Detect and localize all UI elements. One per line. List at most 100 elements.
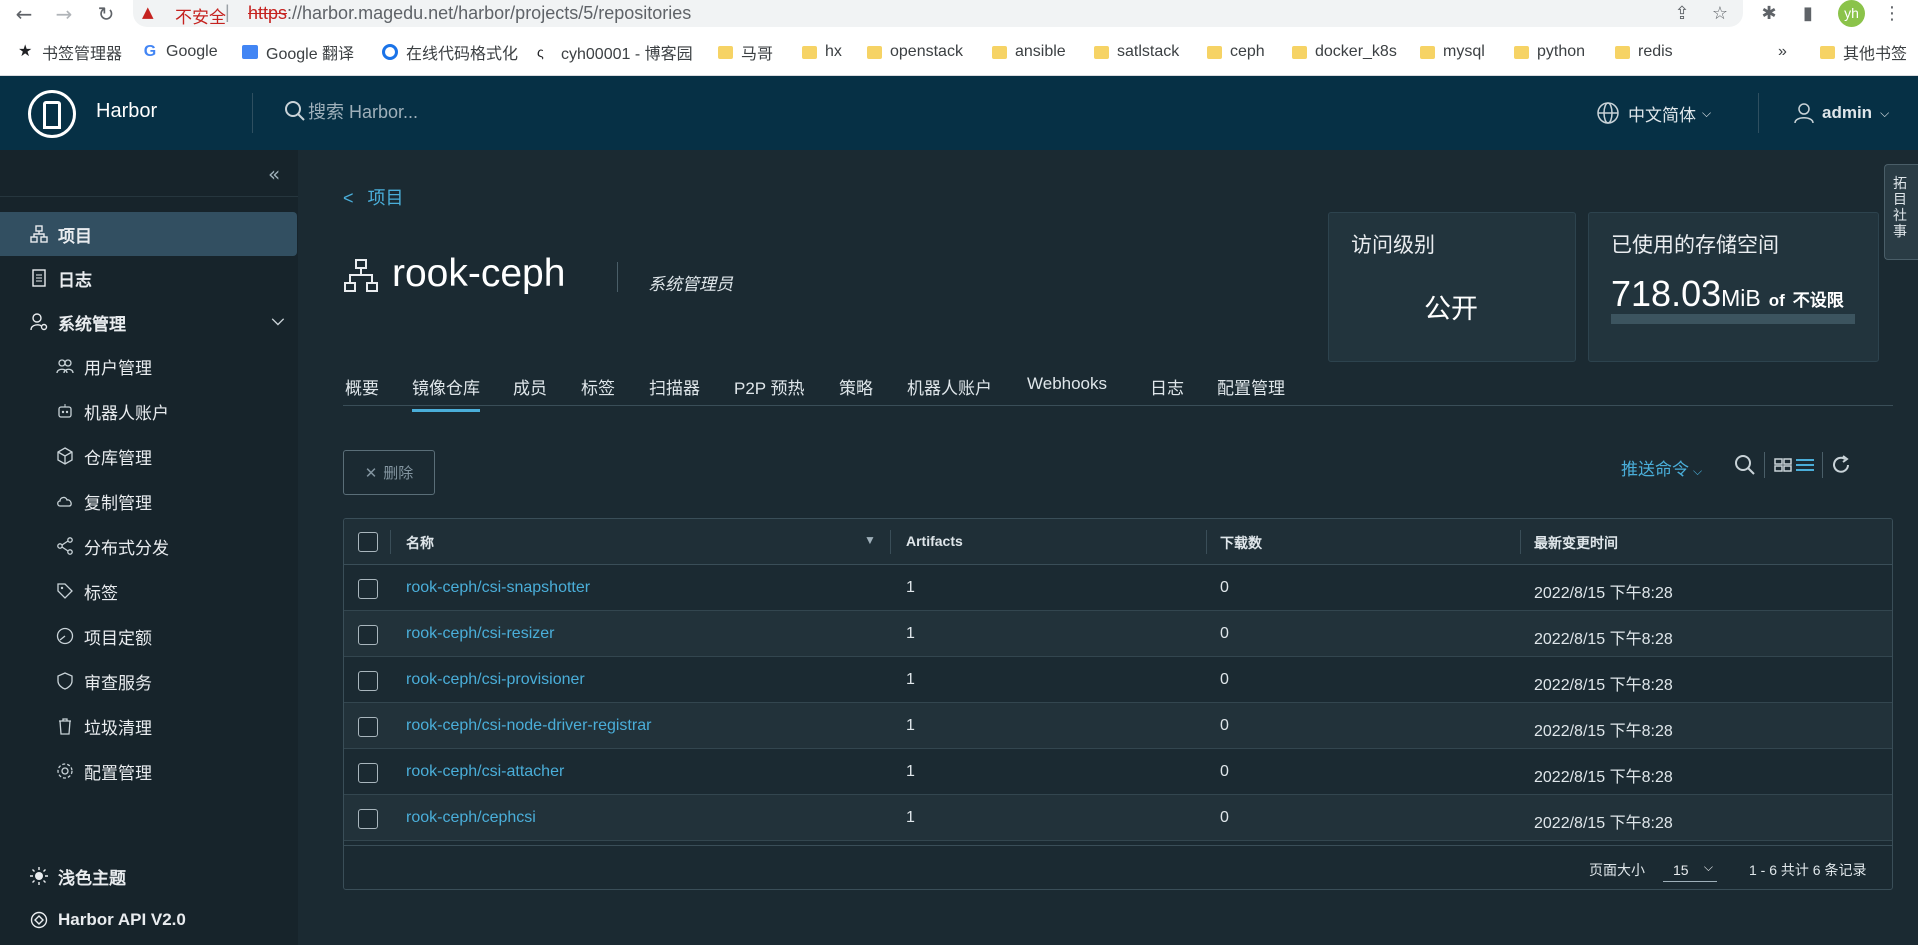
sidebar-item-admin[interactable]: 系统管理 ⌵ (0, 300, 298, 344)
bookmark-google-translate[interactable]: Google 翻译 (242, 42, 354, 63)
repository-name-link[interactable]: rook-ceph/csi-resizer (406, 625, 554, 643)
share-icon[interactable]: ⇪ (1670, 2, 1694, 26)
tab-summary[interactable]: 概要 (345, 374, 379, 409)
bookmark-folder[interactable]: redis (1615, 42, 1673, 62)
sidebar-item-registries[interactable]: 仓库管理 (0, 434, 298, 478)
bookmark-folder[interactable]: satlstack (1094, 42, 1179, 62)
menu-dots-icon[interactable]: ⋮ (1880, 2, 1904, 26)
sidebar-item-label: 审查服务 (84, 673, 152, 693)
tab-logs[interactable]: 日志 (1150, 374, 1184, 409)
repository-name-link[interactable]: rook-ceph/csi-snapshotter (406, 579, 590, 597)
reload-icon[interactable]: ↻ (94, 2, 118, 26)
bookmark-folder[interactable]: docker_k8s (1292, 42, 1397, 62)
format-icon (382, 44, 398, 60)
row-checkbox[interactable] (358, 809, 378, 829)
tab-policy[interactable]: 策略 (839, 374, 873, 409)
tab-repositories[interactable]: 镜像仓库 (412, 374, 480, 412)
row-checkbox[interactable] (358, 763, 378, 783)
sidebar-item-users[interactable]: 用户管理 (0, 344, 298, 388)
page-size-select[interactable]: 15 ⌵ (1663, 856, 1717, 882)
sidebar-item-distributions[interactable]: 分布式分发 (0, 524, 298, 568)
tab-configuration[interactable]: 配置管理 (1217, 374, 1285, 409)
row-checkbox[interactable] (358, 625, 378, 645)
sidebar-item-label: 用户管理 (84, 358, 152, 378)
bookmark-folder[interactable]: ceph (1207, 42, 1265, 62)
row-checkbox[interactable] (358, 717, 378, 737)
collapse-sidebar-icon[interactable]: « (268, 162, 280, 186)
bookmark-blog[interactable]: ς cyh00001 - 博客园 (537, 42, 693, 63)
bookmark-folder[interactable]: 马哥 (718, 42, 773, 63)
sidebar-item-configuration[interactable]: 配置管理 (0, 749, 298, 793)
tab-robot-accounts[interactable]: 机器人账户 (907, 374, 992, 409)
column-header-pulls[interactable]: 下载数 (1220, 533, 1262, 553)
logs-icon (32, 269, 46, 287)
profile-avatar[interactable]: yh (1838, 0, 1865, 27)
sidebar-item-quotas[interactable]: 项目定额 (0, 614, 298, 658)
sidepanel-icon[interactable]: ▮ (1796, 2, 1820, 26)
extensions-icon[interactable]: ✱ (1757, 2, 1781, 26)
sidebar-item-replications[interactable]: 复制管理 (0, 479, 298, 523)
tab-p2p-preheat[interactable]: P2P 预热 (734, 374, 805, 409)
storage-amount: 718.03 (1611, 273, 1722, 314)
brand-name[interactable]: Harbor (96, 100, 157, 123)
list-view-icon[interactable] (1792, 452, 1818, 478)
sidebar-item-interrogation[interactable]: 审查服务 (0, 659, 298, 703)
update-time: 2022/8/15 下午8:28 (1534, 631, 1673, 648)
tab-webhooks[interactable]: Webhooks (1027, 374, 1107, 404)
more-bookmarks-button[interactable]: » (1778, 42, 1787, 62)
back-to-projects-link[interactable]: < 项目 (343, 184, 404, 210)
user-menu[interactable]: admin ⌵ (1792, 98, 1889, 128)
pull-count: 0 (1220, 625, 1229, 642)
sidebar-item-projects[interactable]: 项目 (0, 212, 297, 256)
bookmark-google[interactable]: G Google (142, 42, 218, 62)
close-icon: ✕ (364, 464, 378, 482)
sidebar-item-logs[interactable]: 日志 (0, 256, 298, 300)
tab-members[interactable]: 成员 (513, 374, 547, 409)
column-header-artifacts[interactable]: Artifacts (906, 533, 963, 549)
other-bookmarks[interactable]: 其他书签 (1820, 42, 1907, 63)
table-row: rook-ceph/csi-node-driver-registrar 1 0 … (344, 703, 1892, 749)
back-arrow-icon[interactable]: ← (12, 2, 36, 26)
side-drawer-tab[interactable]: 拓目社事 (1884, 164, 1918, 260)
column-header-name[interactable]: 名称 (406, 533, 434, 553)
bookmark-folder[interactable]: hx (802, 42, 842, 62)
bookmark-folder[interactable]: mysql (1420, 42, 1485, 62)
table-row: rook-ceph/cephcsi 1 0 2022/8/15 下午8:28 (344, 795, 1892, 841)
sidebar-item-label: 垃圾清理 (84, 718, 152, 738)
sidebar-item-gc[interactable]: 垃圾清理 (0, 704, 298, 748)
gear-icon (57, 763, 73, 779)
bookmark-folder[interactable]: openstack (867, 42, 963, 62)
refresh-icon[interactable] (1828, 452, 1854, 478)
global-search-input[interactable] (308, 98, 608, 126)
search-icon[interactable] (1732, 452, 1758, 478)
delete-button[interactable]: ✕ 删除 (343, 450, 435, 495)
row-checkbox[interactable] (358, 671, 378, 691)
tab-labels[interactable]: 标签 (581, 374, 615, 409)
bookmark-code-format[interactable]: 在线代码格式化 (382, 42, 518, 63)
language-selector[interactable]: 中文简体 ⌵ (1596, 98, 1711, 128)
push-command-dropdown[interactable]: 推送命令 ⌵ (1621, 455, 1702, 480)
tab-scanner[interactable]: 扫描器 (649, 374, 700, 409)
header-divider (1758, 93, 1759, 133)
repository-name-link[interactable]: rook-ceph/csi-attacher (406, 763, 564, 781)
bookmark-star-icon[interactable]: ☆ (1708, 2, 1732, 26)
url-text[interactable]: https://harbor.magedu.net/harbor/project… (248, 3, 691, 24)
bookmark-folder[interactable]: ansible (992, 42, 1066, 62)
theme-toggle[interactable]: 浅色主题 (0, 854, 298, 898)
harbor-logo-icon[interactable] (28, 90, 76, 138)
delete-label: 删除 (383, 465, 414, 482)
repository-name-link[interactable]: rook-ceph/cephcsi (406, 809, 536, 827)
select-all-checkbox[interactable] (358, 532, 378, 552)
filter-icon[interactable]: ▼ (864, 533, 876, 547)
forward-arrow-icon[interactable]: → (52, 2, 76, 26)
bookmark-folder[interactable]: python (1514, 42, 1585, 62)
column-header-updated[interactable]: 最新变更时间 (1534, 533, 1618, 553)
sidebar-item-labels[interactable]: 标签 (0, 569, 298, 613)
insecure-label[interactable]: 不安全 (175, 3, 226, 28)
row-checkbox[interactable] (358, 579, 378, 599)
repository-name-link[interactable]: rook-ceph/csi-node-driver-registrar (406, 717, 651, 735)
bookmark-manager[interactable]: ★ 书签管理器 (18, 42, 122, 64)
harbor-api-link[interactable]: Harbor API V2.0 (0, 898, 298, 942)
sidebar-item-robot-accounts[interactable]: 机器人账户 (0, 389, 298, 433)
repository-name-link[interactable]: rook-ceph/csi-provisioner (406, 671, 585, 689)
